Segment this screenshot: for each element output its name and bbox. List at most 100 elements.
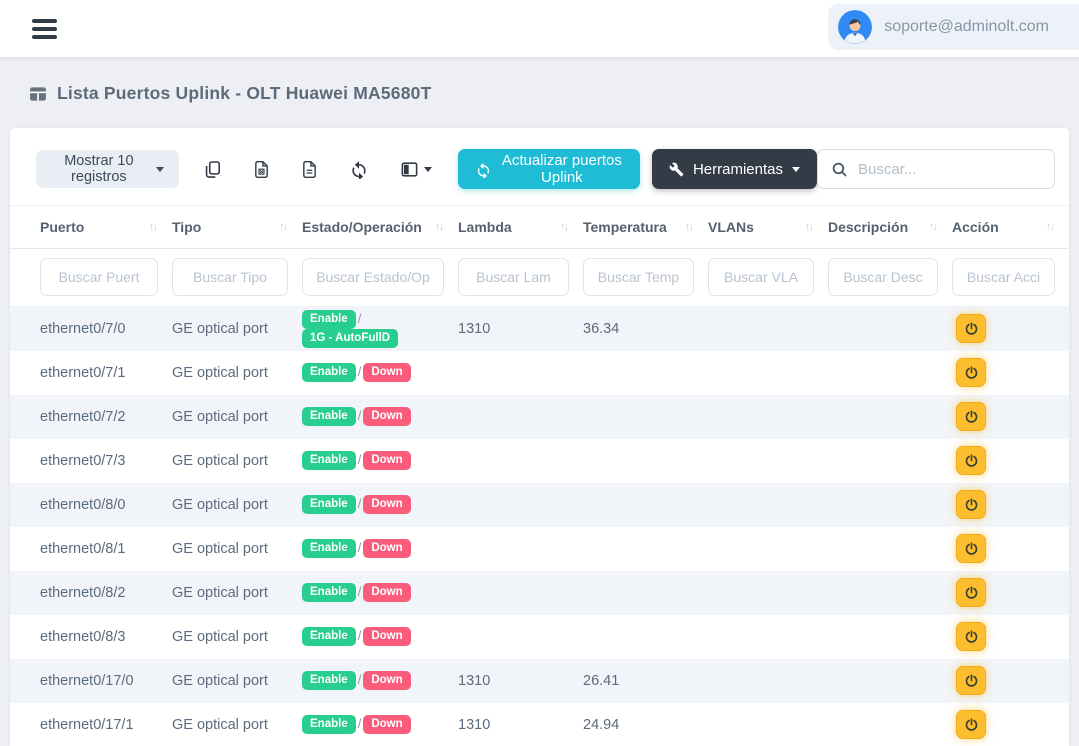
- power-toggle-button[interactable]: [956, 666, 986, 695]
- power-toggle-button[interactable]: [956, 490, 986, 519]
- table-row: ethernet0/8/3 GE optical port Enable/Dow…: [10, 615, 1069, 659]
- power-icon: [964, 673, 979, 688]
- power-toggle-button[interactable]: [956, 534, 986, 563]
- show-records-label: Mostrar 10 registros: [51, 153, 147, 185]
- power-icon: [964, 321, 979, 336]
- table-row: ethernet0/7/0 GE optical port Enable/1G …: [10, 307, 1069, 351]
- filter-tipo-input[interactable]: [172, 258, 288, 296]
- cell-tipo: GE optical port: [172, 439, 302, 483]
- cell-puerto: ethernet0/7/2: [10, 395, 172, 439]
- update-uplink-ports-button[interactable]: Actualizar puertos Uplink: [458, 149, 640, 189]
- table-row: ethernet0/8/2 GE optical port Enable/Dow…: [10, 571, 1069, 615]
- reload-table-button[interactable]: [347, 157, 371, 181]
- port-type: GE optical port: [172, 629, 268, 645]
- hamburger-menu-button[interactable]: [28, 15, 61, 43]
- cell-vlans: [708, 395, 828, 439]
- power-toggle-button[interactable]: [956, 402, 986, 431]
- chevron-down-icon: [424, 167, 432, 172]
- cell-accion: [952, 527, 1069, 571]
- cell-tipo: GE optical port: [172, 395, 302, 439]
- table-row: ethernet0/8/1 GE optical port Enable/Dow…: [10, 527, 1069, 571]
- estado-badge: Enable: [302, 310, 356, 329]
- filter-vlans-input[interactable]: [708, 258, 814, 296]
- uplink-ports-card: Mostrar 10 registros: [10, 128, 1069, 746]
- filter-puerto-input[interactable]: [40, 258, 158, 296]
- port-name: ethernet0/8/1: [40, 541, 125, 557]
- cell-accion: [952, 659, 1069, 703]
- power-toggle-button[interactable]: [956, 446, 986, 475]
- filter-descripcion-input[interactable]: [828, 258, 938, 296]
- show-records-dropdown[interactable]: Mostrar 10 registros: [36, 150, 179, 188]
- port-name: ethernet0/7/2: [40, 409, 125, 425]
- cell-estado-operacion: Enable/Down: [302, 351, 458, 395]
- column-visibility-button[interactable]: [398, 158, 434, 181]
- sort-icon: ↑↓: [685, 221, 692, 233]
- page-title: Lista Puertos Uplink - OLT Huawei MA5680…: [57, 83, 431, 104]
- column-header-tipo[interactable]: Tipo↑↓: [172, 206, 302, 249]
- uplink-ports-table: Puerto↑↓ Tipo↑↓ Estado/Operación↑↓ Lambd…: [10, 205, 1069, 746]
- update-uplink-ports-label: Actualizar puertos Uplink: [501, 152, 623, 186]
- temperatura-value: 26.41: [583, 673, 619, 689]
- cell-vlans: [708, 527, 828, 571]
- badge-separator: /: [358, 672, 362, 687]
- cell-descripcion: [828, 571, 952, 615]
- column-header-temperatura[interactable]: Temperatura↑↓: [583, 206, 708, 249]
- cell-temperatura: [583, 351, 708, 395]
- power-toggle-button[interactable]: [956, 358, 986, 387]
- power-toggle-button[interactable]: [956, 622, 986, 651]
- column-header-descripcion[interactable]: Descripción↑↓: [828, 206, 952, 249]
- port-name: ethernet0/7/3: [40, 453, 125, 469]
- cell-tipo: GE optical port: [172, 351, 302, 395]
- lambda-value: 1310: [458, 673, 490, 689]
- power-toggle-button[interactable]: [956, 578, 986, 607]
- column-header-puerto[interactable]: Puerto↑↓: [10, 206, 172, 249]
- filter-estado-operacion-input[interactable]: [302, 258, 444, 296]
- power-icon: [964, 585, 979, 600]
- lambda-value: 1310: [458, 717, 490, 733]
- copy-button[interactable]: [201, 158, 224, 181]
- filter-accion-input[interactable]: [952, 258, 1055, 296]
- tools-dropdown-button[interactable]: Herramientas: [652, 149, 817, 189]
- cell-puerto: ethernet0/17/1: [10, 703, 172, 746]
- operacion-badge: Down: [363, 583, 410, 602]
- cell-lambda: 1310: [458, 703, 583, 746]
- badge-separator: /: [358, 496, 362, 511]
- port-type: GE optical port: [172, 717, 268, 733]
- file-export-button[interactable]: [299, 158, 320, 181]
- table-row: ethernet0/7/1 GE optical port Enable/Dow…: [10, 351, 1069, 395]
- power-toggle-button[interactable]: [956, 710, 986, 739]
- search-input[interactable]: [858, 161, 1041, 178]
- port-name: ethernet0/8/0: [40, 497, 125, 513]
- wrench-icon: [669, 162, 684, 177]
- cell-vlans: [708, 351, 828, 395]
- badge-separator: /: [358, 311, 362, 326]
- lambda-value: 1310: [458, 321, 490, 337]
- cell-puerto: ethernet0/7/1: [10, 351, 172, 395]
- cell-vlans: [708, 439, 828, 483]
- user-menu[interactable]: soporte@adminolt.com: [828, 4, 1079, 50]
- column-header-estado-operacion[interactable]: Estado/Operación↑↓: [302, 206, 458, 249]
- cell-descripcion: [828, 527, 952, 571]
- cell-tipo: GE optical port: [172, 571, 302, 615]
- filter-lambda-input[interactable]: [458, 258, 569, 296]
- cell-temperatura: [583, 395, 708, 439]
- sort-icon: ↑↓: [435, 221, 442, 233]
- filter-temperatura-input[interactable]: [583, 258, 694, 296]
- column-header-vlans[interactable]: VLANs↑↓: [708, 206, 828, 249]
- cell-estado-operacion: Enable/1G - AutoFullD: [302, 307, 458, 351]
- cell-descripcion: [828, 307, 952, 351]
- cell-lambda: [458, 351, 583, 395]
- power-icon: [964, 497, 979, 512]
- cell-descripcion: [828, 395, 952, 439]
- top-navbar: soporte@adminolt.com: [0, 0, 1079, 57]
- export-buttons: [201, 157, 434, 181]
- port-name: ethernet0/7/0: [40, 321, 125, 337]
- operacion-badge: Down: [363, 539, 410, 558]
- user-avatar: [838, 10, 872, 44]
- excel-export-button[interactable]: [251, 158, 272, 181]
- power-toggle-button[interactable]: [956, 314, 986, 343]
- column-header-accion[interactable]: Acción↑↓: [952, 206, 1069, 249]
- port-name: ethernet0/17/0: [40, 673, 134, 689]
- cell-tipo: GE optical port: [172, 483, 302, 527]
- column-header-lambda[interactable]: Lambda↑↓: [458, 206, 583, 249]
